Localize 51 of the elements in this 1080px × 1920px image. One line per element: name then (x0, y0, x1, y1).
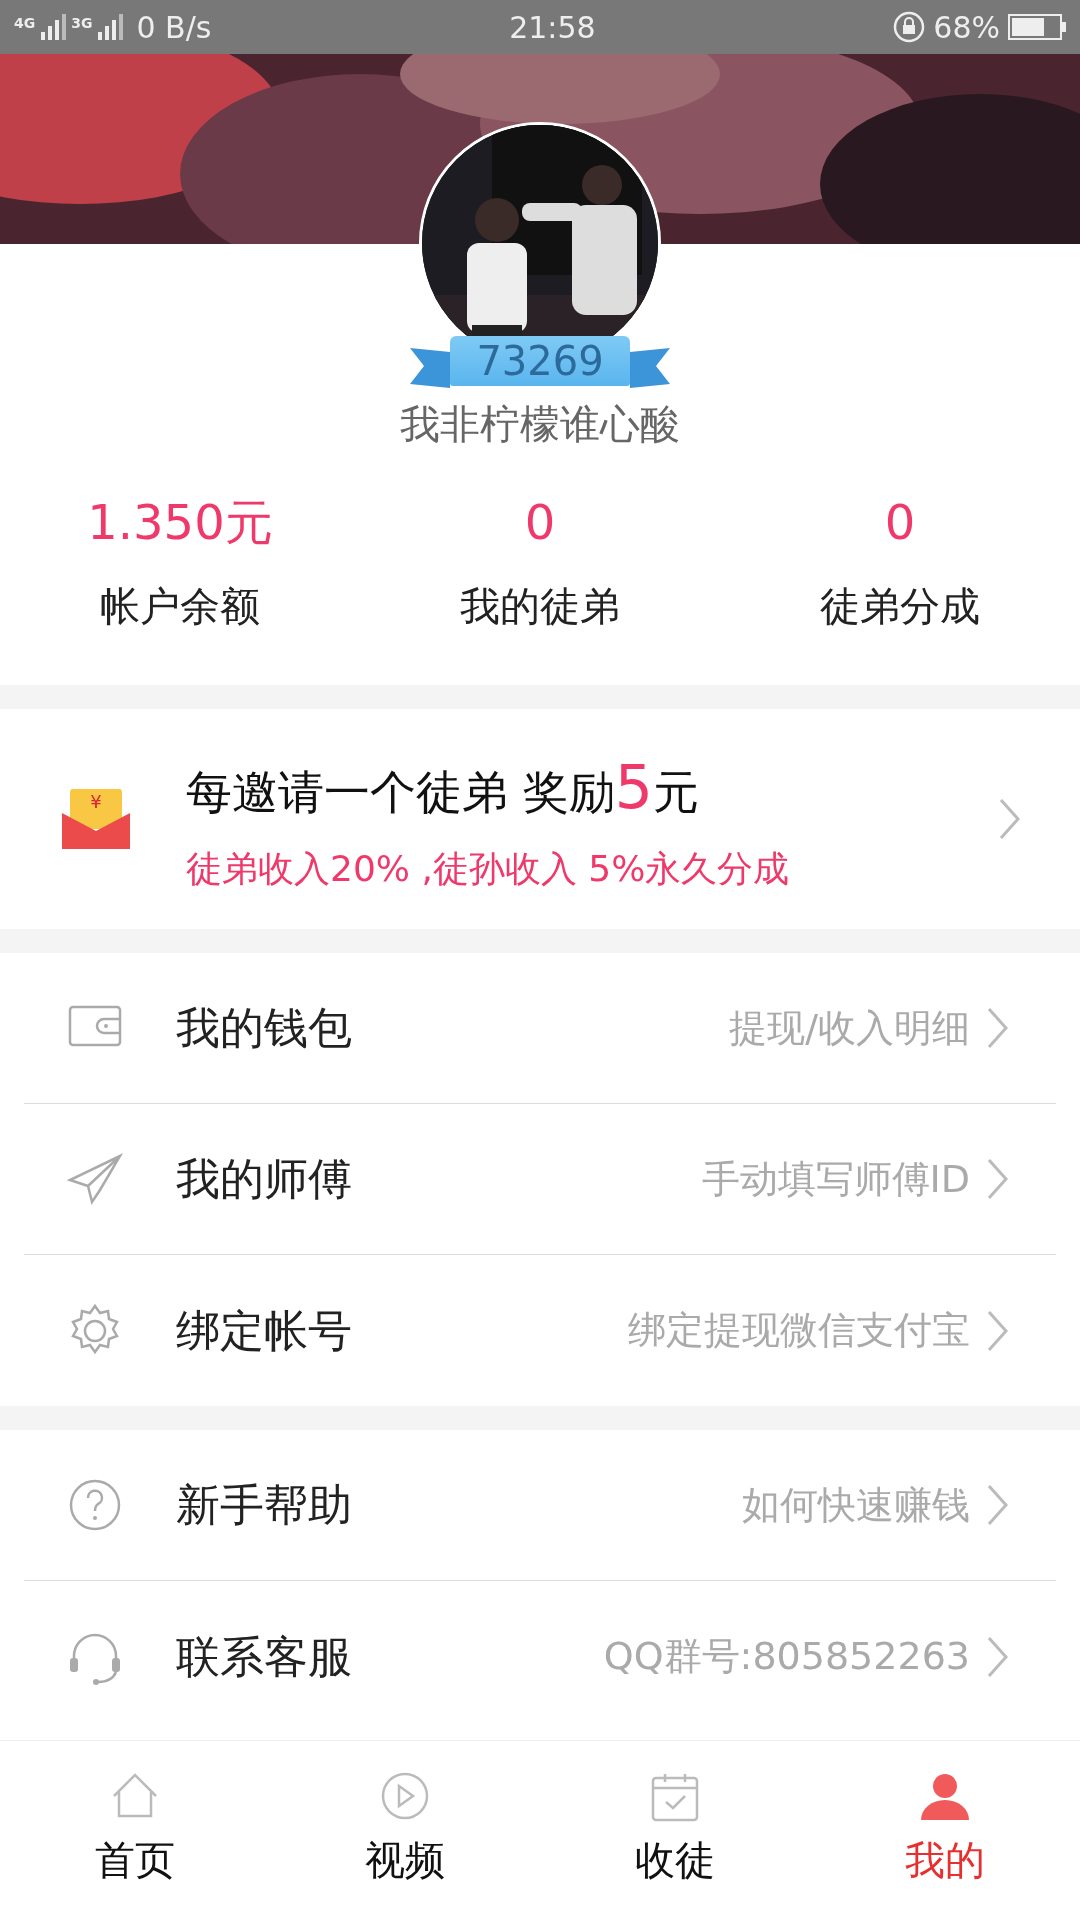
menu-hint: QQ群号:805852263 (603, 1633, 970, 1680)
tab-button[interactable]: 视频 (305, 1771, 505, 1890)
tab-button[interactable]: 收徒 (575, 1771, 775, 1890)
rotation-lock-icon (893, 11, 926, 43)
battery-icon (1008, 14, 1066, 40)
tab-button[interactable]: 首页 (35, 1771, 235, 1890)
chevron-right-icon (986, 1006, 1008, 1050)
chevron-right-icon (986, 1483, 1008, 1527)
reward-amount: 5 (614, 751, 653, 824)
stat-value: 0 (884, 494, 916, 552)
network-type: 4G (14, 13, 36, 33)
chevron-right-icon (998, 797, 1020, 841)
menu-item[interactable]: 绑定帐号 绑定提现微信支付宝 (24, 1255, 1056, 1406)
tab-button[interactable]: 我的 (845, 1771, 1045, 1890)
signal-icon (96, 12, 125, 42)
menu-label: 我的钱包 (175, 1001, 352, 1055)
menu-hint: 手动填写师傅ID (701, 1155, 970, 1203)
stat-label: 我的徒弟 (460, 581, 620, 631)
invite-subtitle: 徒弟收入20% ,徒孙收入 5%永久分成 (186, 847, 791, 891)
invite-title: 每邀请一个徒弟 奖励 (186, 764, 615, 821)
user-icon (919, 1771, 971, 1822)
menu-hint: 绑定提现微信支付宝 (628, 1307, 970, 1354)
menu-item[interactable]: 我的师傅 手动填写师傅ID (24, 1104, 1056, 1255)
reward-unit: 元 (652, 764, 699, 821)
paper-plane-icon (66, 1150, 124, 1208)
stat-value: 1.350元 (87, 494, 273, 552)
data-speed: 0 B/s (136, 8, 212, 47)
chevron-right-icon (986, 1634, 1008, 1679)
stat-label: 帐户余额 (100, 581, 260, 631)
signal-icon (39, 12, 68, 42)
stat-value: 0 (524, 494, 556, 552)
menu-hint: 提现/收入明细 (729, 1004, 970, 1052)
clock: 21:58 (509, 8, 596, 47)
level-number: 73269 (450, 336, 630, 386)
menu-item[interactable]: 联系客服 QQ群号:805852263 (24, 1581, 1056, 1732)
menu-hint: 如何快速赚钱 (742, 1481, 970, 1529)
battery-percentage: 68% (933, 8, 1000, 47)
menu-item[interactable]: 我的钱包 提现/收入明细 (24, 953, 1056, 1104)
stat-label: 徒弟分成 (820, 581, 980, 631)
menu-label: 新手帮助 (175, 1478, 352, 1532)
invite-banner[interactable]: ¥ 每邀请一个徒弟 奖励5元 徒弟收入20% ,徒孙收入 5%永久分成 (0, 709, 1080, 929)
chevron-right-icon (986, 1308, 1008, 1353)
menu-label: 联系客服 (175, 1629, 352, 1684)
play-icon (379, 1771, 431, 1822)
network-type: 3G (71, 13, 93, 33)
menu-label: 我的师傅 (175, 1152, 352, 1206)
menu-label: 绑定帐号 (175, 1303, 352, 1358)
chevron-right-icon (986, 1157, 1008, 1201)
username: 我非柠檬谁心酸 (399, 400, 681, 449)
menu-item[interactable]: 新手帮助 如何快速赚钱 (24, 1430, 1056, 1581)
calendar-check-icon (649, 1771, 701, 1822)
